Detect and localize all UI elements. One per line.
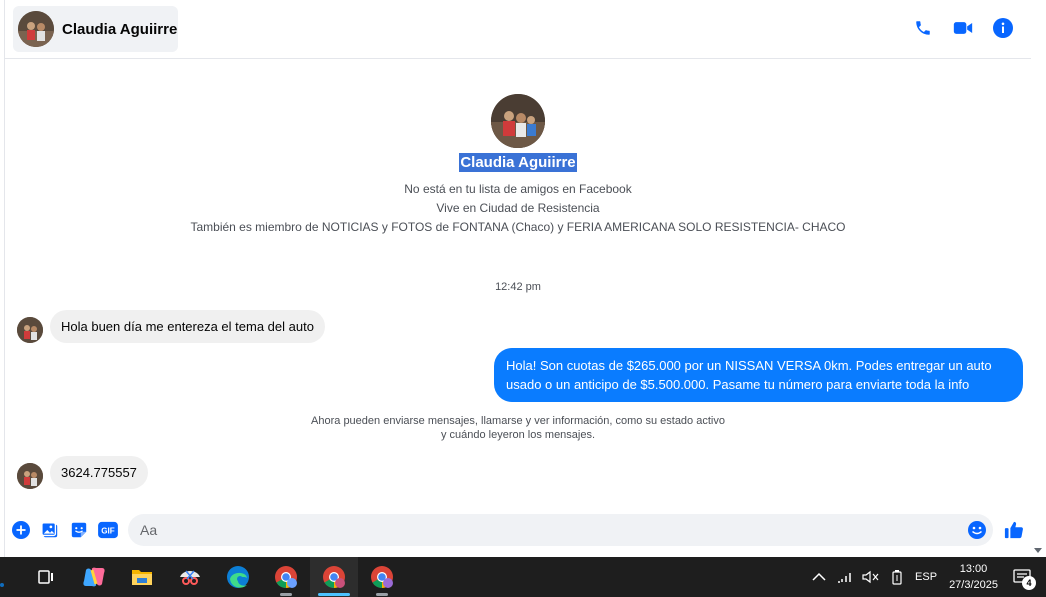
task-view-icon[interactable] [22,557,70,597]
profile-name[interactable]: Claudia Aguiirre [459,153,577,172]
file-explorer-icon[interactable] [118,557,166,597]
message-bubble[interactable]: 3624.775557 [50,456,148,489]
sender-avatar[interactable] [17,317,43,343]
widget-indicator [0,583,4,587]
profile-intro: Claudia Aguiirre No está en tu lista de … [5,94,1031,234]
header-actions [913,18,1013,38]
snipping-tool-icon[interactable] [166,557,214,597]
scroll-down-arrow-icon[interactable] [1034,548,1042,553]
plus-icon[interactable] [10,519,32,541]
like-icon[interactable] [1003,519,1025,541]
messenger-window: Claudia Aguiirre Claudia Aguiirre No est… [0,0,1046,557]
image-icon[interactable] [39,519,61,541]
clock[interactable]: 13:00 27/3/2025 [949,561,998,593]
notification-icon[interactable]: 4 [1010,565,1036,590]
svg-text:GIF: GIF [101,527,115,536]
taskbar-apps [22,557,406,597]
language-indicator[interactable]: ESP [915,571,937,583]
groups-text: También es miembro de NOTICIAS y FOTOS d… [190,220,846,234]
connection-notice: Ahora pueden enviarse mensajes, llamarse… [5,414,1031,442]
message-composer: GIF [5,512,1031,548]
gif-icon[interactable]: GIF [97,519,119,541]
outgoing-message-bubble[interactable]: Hola! Son cuotas de $265.000 por un NISS… [494,348,1023,402]
incoming-message-row: Hola buen día me entereza el tema del au… [17,310,325,343]
location-text: Vive en Ciudad de Resistencia [436,201,600,215]
wifi-icon[interactable] [835,567,855,587]
friend-status-text: No está en tu lista de amigos en Faceboo… [404,182,632,196]
edge-icon[interactable] [214,557,262,597]
chrome-icon[interactable] [310,557,358,597]
clock-date: 27/3/2025 [949,579,998,591]
profile-avatar[interactable] [491,94,545,148]
chat-panel: Claudia Aguiirre Claudia Aguiirre No est… [5,0,1031,557]
active-indicator [318,593,350,596]
system-tray: ESP 13:00 27/3/2025 4 [809,557,1046,597]
running-indicator [280,593,292,596]
notification-count-badge: 4 [1022,576,1036,590]
message-input-container [128,514,993,546]
chat-header: Claudia Aguiirre [5,0,1031,59]
notice-line-2: y cuándo leyeron los mensajes. [440,429,596,441]
info-icon[interactable] [993,18,1013,38]
emoji-icon[interactable] [967,520,987,540]
chrome-icon[interactable] [262,557,310,597]
copilot-icon[interactable] [70,557,118,597]
running-indicator [376,593,388,596]
contact-name: Claudia Aguiirre [62,20,178,38]
notice-line-1: Ahora pueden enviarse mensajes, llamarse… [311,415,725,427]
contact-header-button[interactable]: Claudia Aguiirre [13,6,178,52]
clock-time: 13:00 [959,563,988,575]
sender-avatar[interactable] [17,463,43,489]
video-icon[interactable] [953,18,973,38]
scrollbar[interactable] [1031,0,1046,557]
message-timestamp: 12:42 pm [495,281,541,293]
chrome-icon[interactable] [358,557,406,597]
message-bubble[interactable]: Hola buen día me entereza el tema del au… [50,310,325,343]
sticker-icon[interactable] [68,519,90,541]
chevron-up-icon[interactable] [809,567,829,587]
volume-muted-icon[interactable] [861,567,881,587]
incoming-message-row: 3624.775557 [17,456,148,489]
battery-icon[interactable] [887,567,907,587]
message-input[interactable] [128,522,948,538]
windows-taskbar: ESP 13:00 27/3/2025 4 [0,557,1046,597]
contact-avatar [18,11,54,47]
phone-icon[interactable] [913,18,933,38]
